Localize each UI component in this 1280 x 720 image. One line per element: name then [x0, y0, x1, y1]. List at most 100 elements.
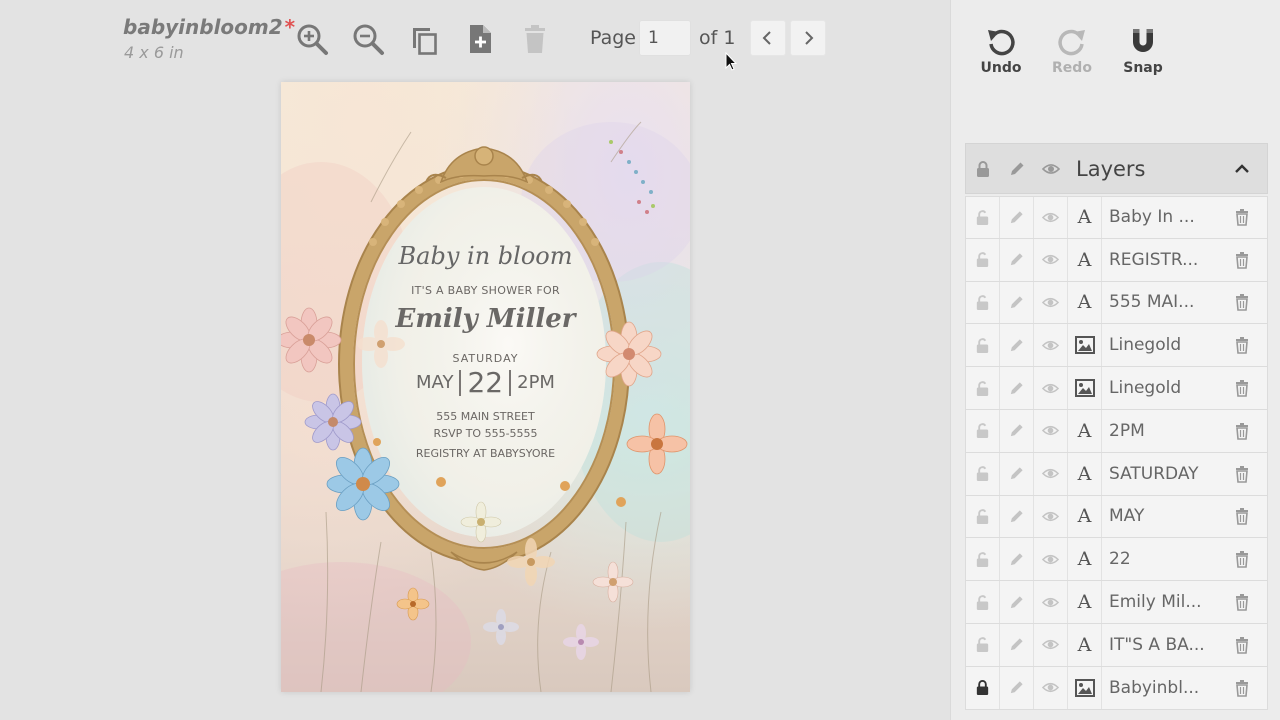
layer-row[interactable]: A REGISTR...	[965, 238, 1268, 282]
layer-name[interactable]: Baby In ...	[1102, 197, 1217, 238]
card-month-text[interactable]: MAY	[416, 372, 453, 393]
layer-visibility-toggle[interactable]	[1034, 452, 1068, 495]
add-page-button[interactable]	[460, 18, 500, 60]
layer-edit-toggle[interactable]	[1000, 538, 1034, 581]
card-rsvp-text[interactable]: RSVP TO 555-5555	[281, 427, 690, 440]
layer-edit-toggle[interactable]	[1000, 367, 1034, 409]
delete-page-button[interactable]	[515, 18, 555, 60]
layer-visibility-toggle[interactable]	[1034, 666, 1068, 709]
layer-lock-toggle[interactable]	[966, 452, 1000, 495]
layer-delete-button[interactable]	[1217, 538, 1267, 580]
redo-button[interactable]: Redo	[1044, 26, 1100, 76]
next-page-button[interactable]	[790, 20, 826, 56]
layer-name[interactable]: 555 MAI...	[1102, 282, 1217, 324]
layers-collapse-button[interactable]	[1217, 143, 1267, 194]
layer-visibility-toggle[interactable]	[1034, 238, 1068, 281]
layer-edit-toggle[interactable]	[1000, 581, 1034, 623]
layer-lock-toggle[interactable]	[966, 197, 1000, 238]
layer-name[interactable]: Linegold	[1102, 324, 1217, 366]
zoom-out-button[interactable]	[348, 18, 388, 60]
layer-lock-toggle[interactable]	[966, 495, 1000, 538]
layer-visibility-toggle[interactable]	[1034, 538, 1068, 581]
card-divider-line[interactable]	[459, 369, 462, 396]
layer-name[interactable]: IT"S A BA...	[1102, 624, 1217, 666]
layer-visibility-toggle[interactable]	[1034, 367, 1068, 409]
layer-edit-toggle[interactable]	[1000, 281, 1034, 324]
layer-row[interactable]: Linegold	[965, 367, 1268, 410]
layer-lock-toggle[interactable]	[966, 324, 1000, 367]
duplicate-button[interactable]	[404, 18, 444, 60]
card-heading-text[interactable]: Baby in bloom	[281, 242, 690, 270]
edit-all-toggle[interactable]	[1000, 143, 1034, 194]
layer-name[interactable]: MAY	[1102, 496, 1217, 538]
layer-lock-toggle[interactable]	[966, 367, 1000, 409]
card-address-text[interactable]: 555 MAIN STREET	[281, 410, 690, 423]
layer-visibility-toggle[interactable]	[1034, 281, 1068, 324]
snap-button[interactable]: Snap	[1115, 26, 1171, 76]
invitation-card[interactable]: Baby in bloom IT'S A BABY SHOWER FOR Emi…	[281, 82, 690, 692]
layer-edit-toggle[interactable]	[1000, 238, 1034, 281]
layer-lock-toggle[interactable]	[966, 238, 1000, 281]
layer-lock-toggle[interactable]	[966, 538, 1000, 581]
layer-lock-toggle[interactable]	[966, 623, 1000, 666]
card-divider-line[interactable]	[509, 369, 512, 396]
layer-visibility-toggle[interactable]	[1034, 623, 1068, 666]
layer-name[interactable]: Emily Mil...	[1102, 581, 1217, 623]
layer-edit-toggle[interactable]	[1000, 324, 1034, 367]
layer-row[interactable]: A Emily Mil...	[965, 581, 1268, 624]
layer-lock-toggle[interactable]	[966, 666, 1000, 709]
layer-lock-toggle[interactable]	[966, 281, 1000, 324]
layer-delete-button[interactable]	[1217, 581, 1267, 623]
layer-edit-toggle[interactable]	[1000, 666, 1034, 709]
layer-delete-button[interactable]	[1217, 667, 1267, 709]
layer-row[interactable]: A 2PM	[965, 409, 1268, 453]
layer-delete-button[interactable]	[1217, 367, 1267, 409]
layer-visibility-toggle[interactable]	[1034, 409, 1068, 452]
layer-row[interactable]: A 22	[965, 538, 1268, 582]
card-date-text[interactable]: 22	[467, 366, 503, 399]
layer-delete-button[interactable]	[1217, 453, 1267, 495]
card-day-text[interactable]: SATURDAY	[281, 352, 690, 365]
page-number-input[interactable]	[639, 20, 691, 56]
layer-name[interactable]: 2PM	[1102, 410, 1217, 452]
card-registry-text[interactable]: REGISTRY AT BABYSYORE	[281, 447, 690, 460]
layer-delete-button[interactable]	[1217, 282, 1267, 324]
layer-name[interactable]: Linegold	[1102, 367, 1217, 409]
layer-delete-button[interactable]	[1217, 324, 1267, 366]
card-name-text[interactable]: Emily Miller	[281, 304, 690, 334]
layer-name[interactable]: REGISTR...	[1102, 239, 1217, 281]
layer-row[interactable]: A MAY	[965, 495, 1268, 539]
layer-delete-button[interactable]	[1217, 239, 1267, 281]
layer-visibility-toggle[interactable]	[1034, 324, 1068, 367]
layer-edit-toggle[interactable]	[1000, 452, 1034, 495]
layer-delete-button[interactable]	[1217, 197, 1267, 238]
layer-row[interactable]: A Baby In ...	[965, 196, 1268, 239]
layer-delete-button[interactable]	[1217, 624, 1267, 666]
layer-delete-button[interactable]	[1217, 410, 1267, 452]
layer-visibility-toggle[interactable]	[1034, 495, 1068, 538]
lock-all-toggle[interactable]	[966, 143, 1000, 194]
layer-row[interactable]: A 555 MAI...	[965, 281, 1268, 325]
layer-name[interactable]: SATURDAY	[1102, 453, 1217, 495]
layer-edit-toggle[interactable]	[1000, 623, 1034, 666]
card-time-text[interactable]: 2PM	[517, 372, 555, 393]
zoom-in-button[interactable]	[292, 18, 332, 60]
layer-name[interactable]: Babyinbl...	[1102, 667, 1217, 709]
layer-edit-toggle[interactable]	[1000, 197, 1034, 238]
layer-row[interactable]: A SATURDAY	[965, 452, 1268, 496]
layer-edit-toggle[interactable]	[1000, 409, 1034, 452]
layer-row[interactable]: Babyinbl...	[965, 666, 1268, 710]
layer-edit-toggle[interactable]	[1000, 495, 1034, 538]
layer-lock-toggle[interactable]	[966, 409, 1000, 452]
previous-page-button[interactable]	[750, 20, 786, 56]
layer-visibility-toggle[interactable]	[1034, 581, 1068, 623]
layer-delete-button[interactable]	[1217, 496, 1267, 538]
layer-visibility-toggle[interactable]	[1034, 197, 1068, 238]
layer-name[interactable]: 22	[1102, 538, 1217, 580]
visibility-all-toggle[interactable]	[1034, 143, 1068, 194]
layer-row[interactable]: A IT"S A BA...	[965, 623, 1268, 667]
layer-lock-toggle[interactable]	[966, 581, 1000, 623]
undo-button[interactable]: Undo	[973, 26, 1029, 76]
layer-row[interactable]: Linegold	[965, 324, 1268, 368]
card-subheading-text[interactable]: IT'S A BABY SHOWER FOR	[281, 284, 690, 297]
